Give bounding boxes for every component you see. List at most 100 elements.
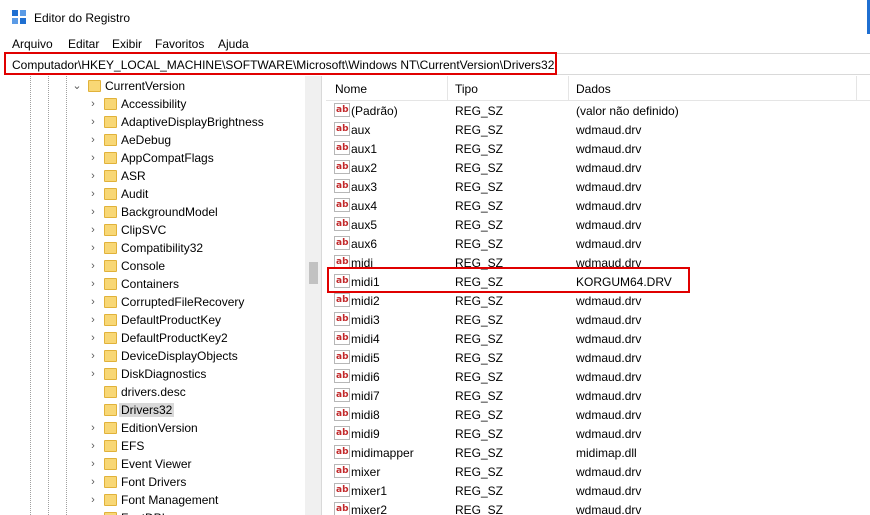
expand-arrow-icon[interactable]: › xyxy=(88,349,98,363)
value-row[interactable]: ab midi5 REG_SZ wdmaud.drv xyxy=(326,348,870,367)
tree-item[interactable]: › EditionVersion xyxy=(0,419,305,437)
value-row[interactable]: ab midi2 REG_SZ wdmaud.drv xyxy=(326,291,870,310)
tree-item[interactable]: › Event Viewer xyxy=(0,455,305,473)
expand-arrow-icon[interactable]: › xyxy=(88,475,98,489)
expand-arrow-icon[interactable]: › xyxy=(88,241,98,255)
tree-item[interactable]: › Font Management xyxy=(0,491,305,509)
tree-item[interactable]: › DeviceDisplayObjects xyxy=(0,347,305,365)
expand-arrow-icon[interactable]: › xyxy=(88,169,98,183)
tree-item[interactable]: › Containers xyxy=(0,275,305,293)
expand-arrow-icon[interactable]: › xyxy=(88,133,98,147)
value-row[interactable]: ab midi1 REG_SZ KORGUM64.DRV xyxy=(326,272,870,291)
column-divider[interactable] xyxy=(568,76,569,100)
tree-item[interactable]: › AppCompatFlags xyxy=(0,149,305,167)
key-tree[interactable]: ⌄ CurrentVersion › Accessibility › AdaptiveDi… xyxy=(0,76,321,515)
expand-arrow-icon[interactable]: › xyxy=(88,277,98,291)
expand-arrow-icon[interactable]: › xyxy=(88,511,98,515)
value-row[interactable]: ab midi8 REG_SZ wdmaud.drv xyxy=(326,405,870,424)
tree-scroll-thumb[interactable] xyxy=(309,262,318,284)
value-row[interactable]: ab midi7 REG_SZ wdmaud.drv xyxy=(326,386,870,405)
value-row[interactable]: ab midi REG_SZ wdmaud.drv xyxy=(326,253,870,272)
expand-arrow-icon[interactable]: › xyxy=(88,493,98,507)
expand-arrow-icon[interactable]: › xyxy=(88,331,98,345)
value-data: wdmaud.drv xyxy=(576,180,642,194)
value-name: aux6 xyxy=(351,237,378,251)
column-divider[interactable] xyxy=(447,76,448,100)
value-name: midimapper xyxy=(351,446,414,460)
tree-item[interactable]: › DefaultProductKey2 xyxy=(0,329,305,347)
tree-item[interactable]: Drivers32 xyxy=(0,401,305,419)
value-row[interactable]: ab mixer2 REG_SZ wdmaud.drv xyxy=(326,500,870,515)
value-row[interactable]: ab aux6 REG_SZ wdmaud.drv xyxy=(326,234,870,253)
value-row[interactable]: ab (Padrão) REG_SZ (valor não definido) xyxy=(326,101,870,120)
value-row[interactable]: ab midi6 REG_SZ wdmaud.drv xyxy=(326,367,870,386)
menu-ajuda[interactable]: Ajuda xyxy=(218,37,249,51)
expand-arrow-icon[interactable]: › xyxy=(88,295,98,309)
value-data: wdmaud.drv xyxy=(576,123,642,137)
value-row[interactable]: ab aux1 REG_SZ wdmaud.drv xyxy=(326,139,870,158)
tree-item[interactable]: › Console xyxy=(0,257,305,275)
value-row[interactable]: ab midi3 REG_SZ wdmaud.drv xyxy=(326,310,870,329)
address-path[interactable]: Computador\HKEY_LOCAL_MACHINE\SOFTWARE\M… xyxy=(12,58,554,72)
value-row[interactable]: ab mixer1 REG_SZ wdmaud.drv xyxy=(326,481,870,500)
column-header-data[interactable]: Dados xyxy=(576,82,611,96)
value-row[interactable]: ab aux5 REG_SZ wdmaud.drv xyxy=(326,215,870,234)
value-row[interactable]: ab midimapper REG_SZ midimap.dll xyxy=(326,443,870,462)
tree-item[interactable]: › Audit xyxy=(0,185,305,203)
value-row[interactable]: ab aux REG_SZ wdmaud.drv xyxy=(326,120,870,139)
tree-item[interactable]: › AdaptiveDisplayBrightness xyxy=(0,113,305,131)
values-list[interactable]: Nome Tipo Dados ab (Padrão) REG_SZ (valor n… xyxy=(326,76,870,515)
menu-exibir[interactable]: Exibir xyxy=(112,37,142,51)
value-row[interactable]: ab mixer REG_SZ wdmaud.drv xyxy=(326,462,870,481)
value-row[interactable]: ab midi9 REG_SZ wdmaud.drv xyxy=(326,424,870,443)
expand-arrow-icon[interactable]: › xyxy=(88,151,98,165)
expand-arrow-icon[interactable]: › xyxy=(88,97,98,111)
value-type: REG_SZ xyxy=(455,256,504,270)
tree-item[interactable]: › DiskDiagnostics xyxy=(0,365,305,383)
tree-item[interactable]: › ClipSVC xyxy=(0,221,305,239)
column-divider[interactable] xyxy=(856,76,857,100)
expand-arrow-icon[interactable]: › xyxy=(88,313,98,327)
menu-favoritos[interactable]: Favoritos xyxy=(155,37,204,51)
expand-arrow-icon[interactable]: › xyxy=(88,187,98,201)
menu-arquivo[interactable]: Arquivo xyxy=(12,37,53,51)
column-header-name[interactable]: Nome xyxy=(335,82,367,96)
tree-item-label: Containers xyxy=(121,277,180,291)
tree-item[interactable]: › Compatibility32 xyxy=(0,239,305,257)
folder-icon xyxy=(104,457,118,471)
value-row[interactable]: ab aux3 REG_SZ wdmaud.drv xyxy=(326,177,870,196)
tree-item[interactable]: › Font Drivers xyxy=(0,473,305,491)
pane-splitter[interactable] xyxy=(321,76,325,515)
tree-item[interactable]: › DefaultProductKey xyxy=(0,311,305,329)
expand-arrow-icon[interactable]: › xyxy=(88,205,98,219)
value-data: wdmaud.drv xyxy=(576,370,642,384)
tree-item[interactable]: ⌄ CurrentVersion xyxy=(0,77,305,95)
tree-item[interactable]: › FontDPI xyxy=(0,509,305,515)
collapse-arrow-icon[interactable]: ⌄ xyxy=(72,79,82,93)
expand-arrow-icon[interactable]: › xyxy=(88,421,98,435)
expand-arrow-icon[interactable]: › xyxy=(88,367,98,381)
tree-item[interactable]: › CorruptedFileRecovery xyxy=(0,293,305,311)
value-row[interactable]: ab aux4 REG_SZ wdmaud.drv xyxy=(326,196,870,215)
folder-icon xyxy=(104,313,118,327)
tree-item[interactable]: › BackgroundModel xyxy=(0,203,305,221)
column-header-type[interactable]: Tipo xyxy=(455,82,478,96)
tree-item-label: AeDebug xyxy=(121,133,172,147)
tree-item[interactable]: › AeDebug xyxy=(0,131,305,149)
value-row[interactable]: ab aux2 REG_SZ wdmaud.drv xyxy=(326,158,870,177)
expand-arrow-icon[interactable]: › xyxy=(88,223,98,237)
tree-item-label: Font Drivers xyxy=(121,475,187,489)
value-row[interactable]: ab midi4 REG_SZ wdmaud.drv xyxy=(326,329,870,348)
menu-editar[interactable]: Editar xyxy=(68,37,99,51)
expand-arrow-icon[interactable]: › xyxy=(88,457,98,471)
tree-item[interactable]: › EFS xyxy=(0,437,305,455)
address-bar[interactable]: Computador\HKEY_LOCAL_MACHINE\SOFTWARE\M… xyxy=(4,53,870,75)
expand-arrow-icon[interactable]: › xyxy=(88,439,98,453)
list-header: Nome Tipo Dados xyxy=(326,76,870,101)
tree-item[interactable]: › Accessibility xyxy=(0,95,305,113)
tree-item[interactable]: drivers.desc xyxy=(0,383,305,401)
expand-arrow-icon[interactable]: › xyxy=(88,259,98,273)
tree-scrollbar[interactable] xyxy=(305,76,321,515)
tree-item[interactable]: › ASR xyxy=(0,167,305,185)
expand-arrow-icon[interactable]: › xyxy=(88,115,98,129)
